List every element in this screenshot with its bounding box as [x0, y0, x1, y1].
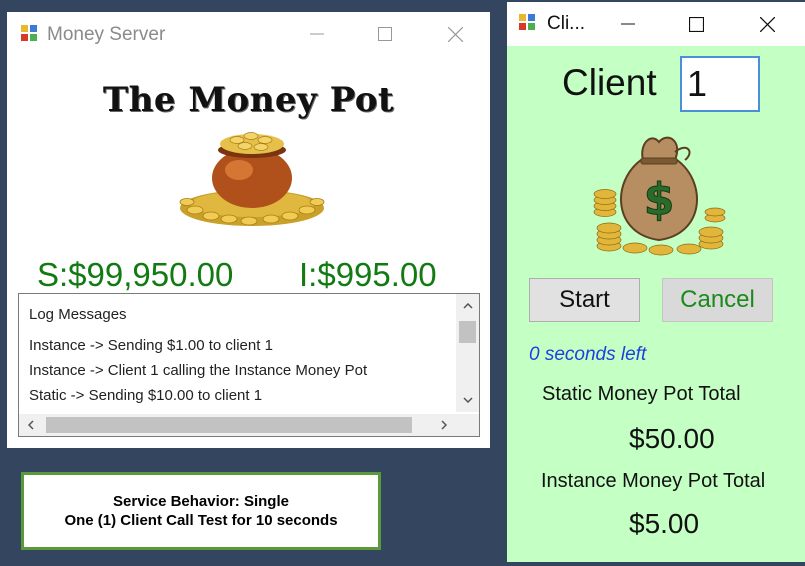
log-messages-list[interactable]: Log Messages Instance -> Sending $1.00 t… [18, 293, 480, 437]
instance-pot-total: $5.00 [629, 508, 700, 539]
static-amount: S:$99,950.00 [37, 256, 234, 293]
static-pot-label: Static Money Pot Total [542, 383, 741, 405]
chevron-right-icon [441, 420, 447, 430]
log-header: Log Messages [29, 306, 127, 323]
instance-pot-label: Instance Money Pot Total [541, 470, 766, 492]
app-icon [519, 14, 537, 32]
scroll-left-button[interactable] [19, 414, 43, 436]
scrollbar-corner [456, 414, 479, 436]
chevron-down-icon [462, 397, 473, 403]
horizontal-scrollbar[interactable] [19, 414, 456, 436]
minimize-button[interactable] [605, 2, 651, 46]
window-title: Cli... [547, 13, 585, 34]
window-title: Money Server [47, 24, 166, 45]
svg-text:$: $ [644, 174, 675, 225]
client-titlebar[interactable]: Cli... [507, 2, 805, 46]
money-server-window: Money Server The Money Pot S:$99,950.00 … [7, 12, 490, 448]
minimize-icon [310, 33, 324, 35]
server-titlebar[interactable]: Money Server [7, 12, 490, 56]
log-line: Instance -> Client 1 calling the Instanc… [29, 362, 368, 379]
client-window: Cli... Client $ Start Cancel 0 seco [507, 2, 805, 562]
close-button[interactable] [744, 2, 790, 46]
close-icon [447, 26, 463, 42]
cancel-button[interactable]: Cancel [662, 278, 773, 322]
vertical-scrollbar[interactable] [456, 294, 479, 412]
money-pot-image [179, 132, 325, 226]
minimize-icon [621, 23, 635, 25]
maximize-icon [688, 16, 704, 32]
scroll-up-button[interactable] [456, 294, 479, 318]
app-icon [21, 25, 39, 43]
log-line: Static -> Sending $10.00 to client 1 [29, 387, 263, 404]
seconds-left-label: 0 seconds left [529, 344, 647, 365]
test-info-box: Service Behavior: Single One (1) Client … [21, 472, 381, 550]
start-button[interactable]: Start [529, 278, 640, 322]
static-pot-total: $50.00 [629, 423, 715, 454]
scroll-right-button[interactable] [432, 414, 456, 436]
service-behavior-text: Service Behavior: Single [113, 493, 289, 510]
client-label: Client [562, 62, 657, 103]
log-line: Instance -> Sending $1.00 to client 1 [29, 337, 273, 354]
maximize-button[interactable] [673, 2, 719, 46]
minimize-button[interactable] [294, 12, 340, 56]
maximize-icon [378, 27, 392, 41]
money-bag-image: $ [593, 136, 726, 256]
chevron-left-icon [28, 420, 34, 430]
horizontal-scroll-thumb[interactable] [46, 417, 412, 433]
scroll-down-button[interactable] [456, 388, 479, 412]
test-description-text: One (1) Client Call Test for 10 seconds [64, 512, 338, 529]
maximize-button[interactable] [362, 12, 408, 56]
client-number-input[interactable] [680, 56, 760, 112]
chevron-up-icon [462, 303, 473, 309]
vertical-scroll-thumb[interactable] [459, 321, 476, 343]
money-pot-heading: The Money Pot [102, 80, 395, 120]
close-button[interactable] [432, 12, 478, 56]
instance-amount: I:$995.00 [299, 256, 437, 293]
close-icon [759, 16, 775, 32]
